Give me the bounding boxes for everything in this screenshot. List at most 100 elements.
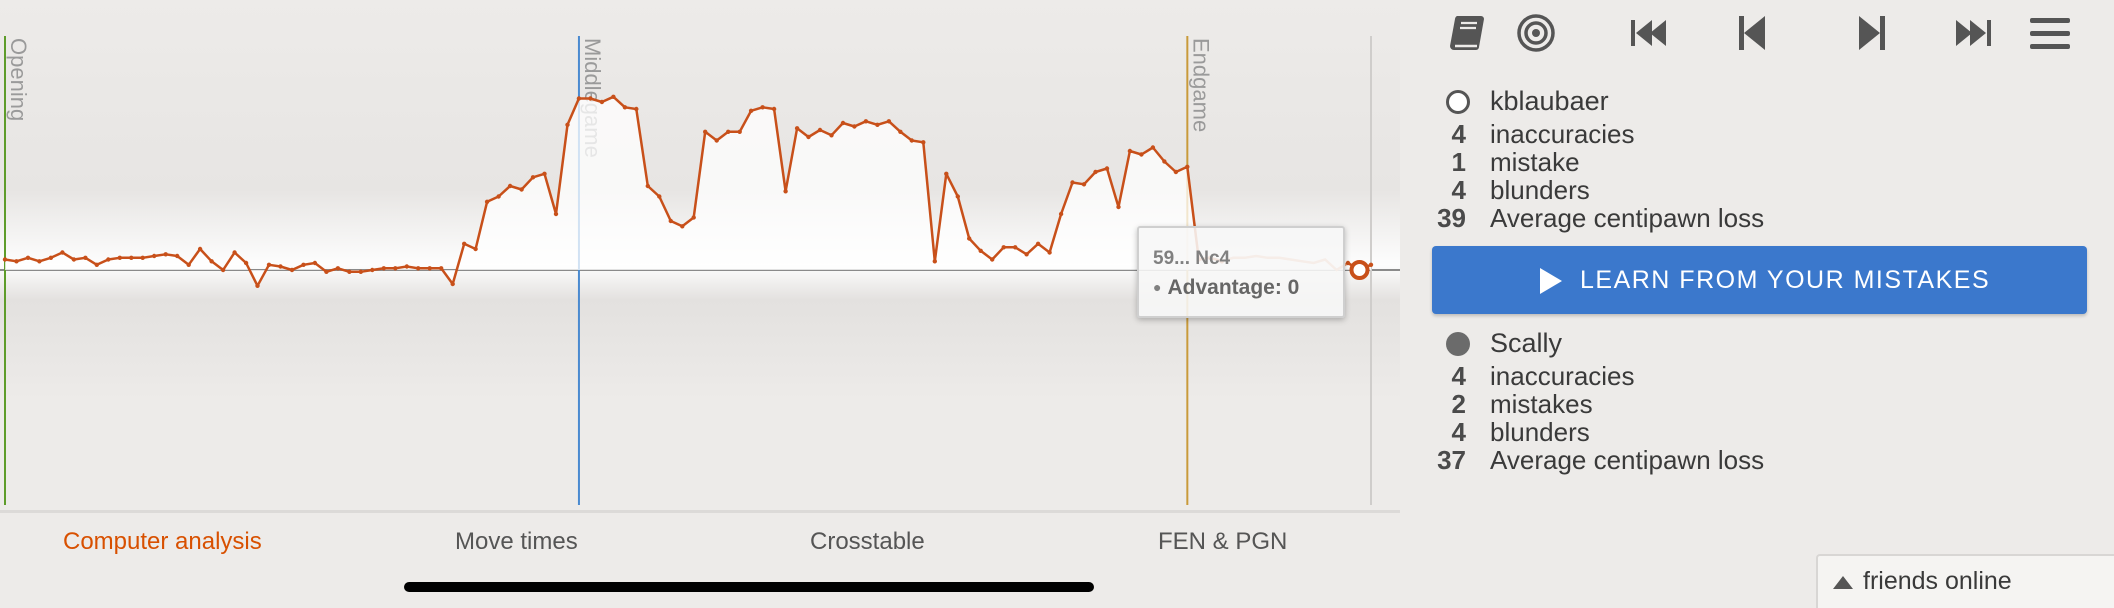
- advantage-point: [1001, 245, 1006, 250]
- advantage-point: [565, 122, 570, 128]
- advantage-point: [197, 246, 203, 252]
- advantage-point: [243, 260, 249, 266]
- advantage-point: [289, 267, 295, 273]
- first-move-icon[interactable]: [1622, 10, 1672, 56]
- advantage-point: [1013, 245, 1018, 250]
- caret-up-icon: [1833, 576, 1853, 589]
- previous-move-icon[interactable]: [1727, 10, 1777, 56]
- advantage-point: [967, 236, 972, 241]
- advantage-point: [1047, 250, 1052, 255]
- advantage-point: [806, 134, 811, 140]
- advantage-point: [140, 255, 145, 260]
- advantage-point: [714, 138, 719, 143]
- white-circle-icon: [1446, 90, 1470, 114]
- advantage-point: [484, 199, 490, 204]
- advantage-point: [1116, 204, 1121, 210]
- advantage-point: [611, 94, 616, 100]
- advantage-point: [1127, 148, 1133, 154]
- advantage-point: [1104, 166, 1110, 171]
- advantage-point: [1139, 152, 1144, 157]
- advantage-point: [335, 266, 341, 271]
- black-player-name[interactable]: Scally: [1490, 328, 1562, 359]
- next-move-icon[interactable]: [1847, 10, 1897, 56]
- tab-fen-pgn[interactable]: FEN & PGN: [1158, 528, 1287, 556]
- advantage-point: [301, 262, 306, 267]
- friends-online-button[interactable]: friends online: [1816, 554, 2114, 608]
- advantage-point: [863, 119, 869, 124]
- white-player-name[interactable]: kblaubaer: [1490, 86, 1609, 117]
- advantage-point: [955, 194, 960, 199]
- advantage-point: [783, 189, 788, 194]
- advantage-point: [898, 129, 903, 134]
- advantage-point: [60, 250, 65, 255]
- advantage-point: [94, 262, 100, 267]
- advantage-point: [1368, 262, 1374, 267]
- advantage-point: [71, 257, 77, 262]
- bullet-icon: ●: [1153, 279, 1162, 295]
- advantage-point: [990, 257, 995, 262]
- advantage-point: [657, 194, 662, 199]
- advantage-point: [358, 269, 363, 274]
- advantage-point: [886, 119, 892, 124]
- advantage-point: [932, 259, 937, 264]
- menu-icon[interactable]: [2025, 10, 2075, 56]
- advantage-point: [519, 187, 524, 192]
- phase-label-opening: Opening: [6, 38, 31, 121]
- advantage-point: [921, 140, 926, 145]
- advantage-point: [703, 129, 708, 134]
- advantage-point: [794, 126, 800, 131]
- advantage-point: [726, 129, 731, 134]
- target-icon[interactable]: [1511, 10, 1561, 56]
- current-move-marker[interactable]: [1349, 260, 1370, 280]
- advantage-point: [163, 252, 168, 257]
- advantage-point: [1070, 180, 1075, 185]
- advantage-point: [1081, 182, 1087, 187]
- advantage-point: [645, 183, 650, 189]
- home-indicator: [404, 582, 1094, 592]
- tab-move-times[interactable]: Move times: [455, 528, 578, 556]
- advantage-point: [909, 138, 914, 143]
- phase-label-endgame: Endgame: [1188, 38, 1213, 132]
- last-move-icon[interactable]: [1950, 10, 2000, 56]
- book-icon[interactable]: [1443, 10, 1493, 56]
- advantage-point: [1162, 159, 1167, 164]
- advantage-point: [680, 224, 685, 229]
- advantage-point: [1093, 169, 1098, 175]
- analysis-tabs: [0, 510, 1400, 608]
- learn-button-label: LEARN FROM YOUR MISTAKES: [1580, 266, 1991, 294]
- play-icon: [1540, 268, 1562, 294]
- advantage-point: [817, 127, 823, 133]
- advantage-point: [266, 262, 272, 267]
- advantage-point: [439, 266, 444, 271]
- advantage-chart[interactable]: OpeningMiddlegameEndgame 59... Nc4 ●Adva…: [0, 0, 1400, 510]
- advantage-point: [771, 106, 777, 112]
- advantage-point: [875, 122, 880, 128]
- advantage-point: [599, 99, 605, 105]
- advantage-point: [634, 106, 639, 112]
- advantage-point: [83, 255, 88, 260]
- learn-from-mistakes-button[interactable]: LEARN FROM YOUR MISTAKES: [1432, 246, 2087, 314]
- advantage-point: [588, 96, 593, 101]
- advantage-point: [496, 194, 501, 199]
- advantage-point: [462, 241, 467, 246]
- advantage-point: [381, 266, 386, 271]
- tooltip-advantage: ● Advantage: 0: [1153, 276, 1300, 299]
- advantage-point: [255, 283, 260, 288]
- advantage-point: [175, 253, 180, 259]
- advantage-point: [2, 257, 8, 262]
- advantage-point: [530, 175, 536, 180]
- advantage-point: [852, 124, 857, 129]
- move-tooltip: 59... Nc4 ● Advantage: 0: [1137, 226, 1345, 318]
- advantage-point: [1173, 169, 1179, 175]
- advantage-point: [404, 264, 409, 269]
- advantage-point: [840, 120, 846, 126]
- advantage-point: [209, 259, 214, 264]
- tab-crosstable[interactable]: Crosstable: [810, 528, 925, 556]
- advantage-point: [829, 133, 834, 138]
- friends-online-label: friends online: [1863, 567, 2012, 595]
- tab-computer-analysis[interactable]: Computer analysis: [63, 528, 262, 556]
- advantage-point: [14, 259, 19, 264]
- advantage-point: [370, 267, 375, 273]
- advantage-point: [737, 129, 742, 134]
- advantage-point: [232, 250, 237, 255]
